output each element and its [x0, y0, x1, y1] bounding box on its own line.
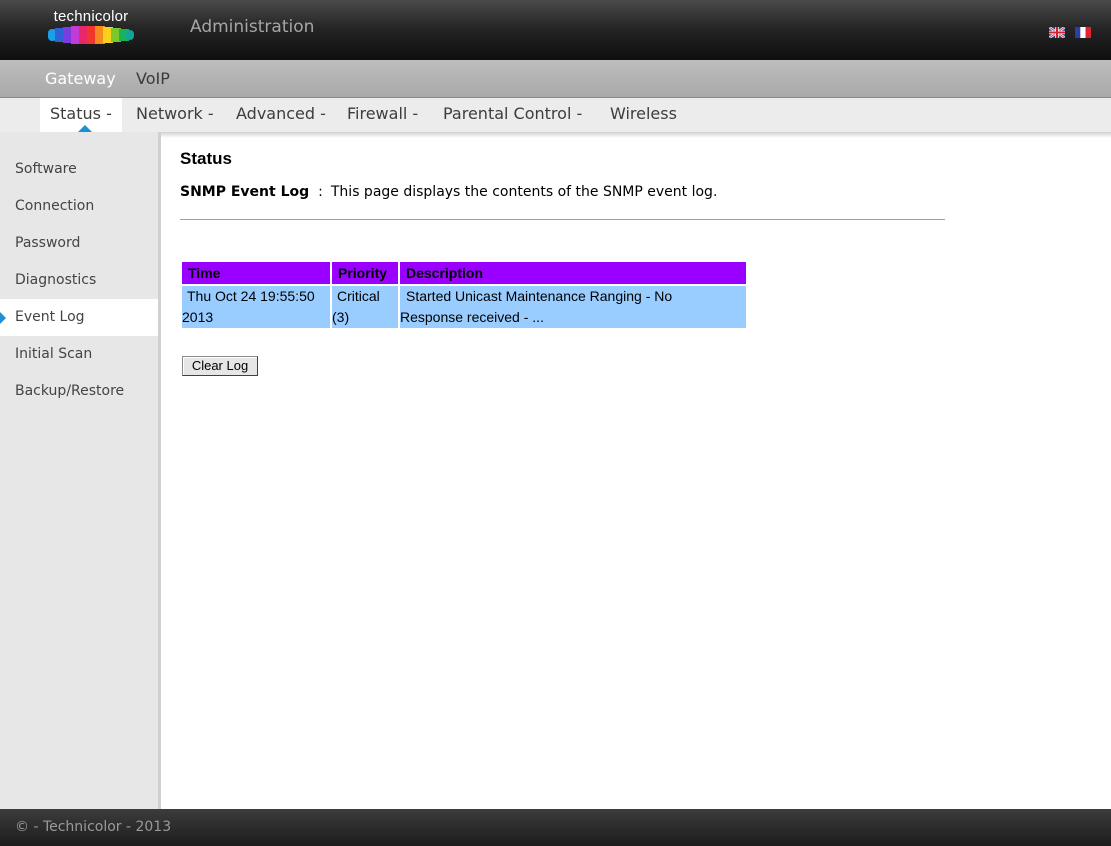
sidebar-item-label: Event Log [15, 309, 85, 325]
active-arrow-icon [0, 312, 6, 324]
cell-time: Thu Oct 24 19:55:50 2013 [182, 286, 330, 328]
section-label: SNMP Event Log [180, 184, 310, 200]
sidebar-item-software[interactable]: Software [0, 151, 158, 188]
active-tab-caret-icon [78, 125, 92, 132]
tab-parental-control[interactable]: Parental Control - [443, 98, 582, 132]
content-divider [180, 219, 945, 220]
sidebar-item-event-log[interactable]: Event Log [0, 299, 158, 336]
france-flag-icon[interactable] [1075, 27, 1091, 38]
sidebar-item-diagnostics[interactable]: Diagnostics [0, 262, 158, 299]
subnav-voip[interactable]: VoIP [136, 69, 170, 88]
description-text: This page displays the contents of the S… [330, 184, 718, 200]
app-title: Administration [190, 17, 315, 37]
header-description: Description [400, 262, 746, 284]
tab-status-label: Status - [50, 104, 112, 123]
sidebar-item-connection[interactable]: Connection [0, 188, 158, 225]
header-priority: Priority [332, 262, 398, 284]
subnav-gateway[interactable]: Gateway [45, 69, 116, 88]
tab-status[interactable]: Status - [40, 98, 122, 132]
copyright-text: © - Technicolor - 2013 [15, 819, 172, 835]
cell-description-line1: Started Unicast Maintenance Ranging - No [406, 288, 673, 304]
cell-time-line1: Thu Oct 24 19:55:50 [187, 288, 315, 304]
logo-color-bar-icon [48, 26, 134, 44]
technicolor-logo[interactable]: technicolor [46, 8, 136, 46]
table-header-row: Time Priority Description [182, 262, 746, 284]
clear-log-button[interactable]: Clear Log [182, 356, 258, 376]
cell-description-line2: Response received - ... [400, 309, 544, 325]
sidebar-item-initial-scan[interactable]: Initial Scan [0, 336, 158, 373]
cell-priority-line2: (3) [332, 309, 350, 325]
label-separator: : [318, 184, 323, 200]
sidebar-item-backup-restore[interactable]: Backup/Restore [0, 373, 158, 410]
cell-description: Started Unicast Maintenance Ranging - No… [400, 286, 746, 328]
top-header: technicolor Administration [0, 0, 1111, 60]
sidebar: Software Connection Password Diagnostics… [0, 132, 161, 809]
gateway-voip-bar: Gateway VoIP [0, 60, 1111, 98]
table-row: Thu Oct 24 19:55:50 2013 Critical (3) St… [182, 286, 746, 328]
tab-firewall[interactable]: Firewall - [347, 98, 418, 132]
event-log-table: Time Priority Description Thu Oct 24 19:… [180, 260, 748, 330]
cell-time-line2: 2013 [182, 309, 214, 325]
sidebar-item-password[interactable]: Password [0, 225, 158, 262]
header-time: Time [182, 262, 330, 284]
tab-wireless[interactable]: Wireless [610, 98, 677, 132]
cell-priority-line1: Critical [337, 288, 380, 304]
cell-priority: Critical (3) [332, 286, 398, 328]
logo-text: technicolor [53, 8, 129, 25]
uk-flag-icon[interactable] [1049, 27, 1065, 38]
footer: © - Technicolor - 2013 [0, 809, 1111, 846]
page-title: Status [180, 149, 232, 168]
main-nav: Status - Network - Advanced - Firewall -… [0, 98, 1111, 132]
nav-shadow [0, 132, 1111, 138]
page-description: SNMP Event Log: This page displays the co… [180, 184, 717, 200]
tab-advanced[interactable]: Advanced - [236, 98, 326, 132]
tab-network[interactable]: Network - [136, 98, 214, 132]
